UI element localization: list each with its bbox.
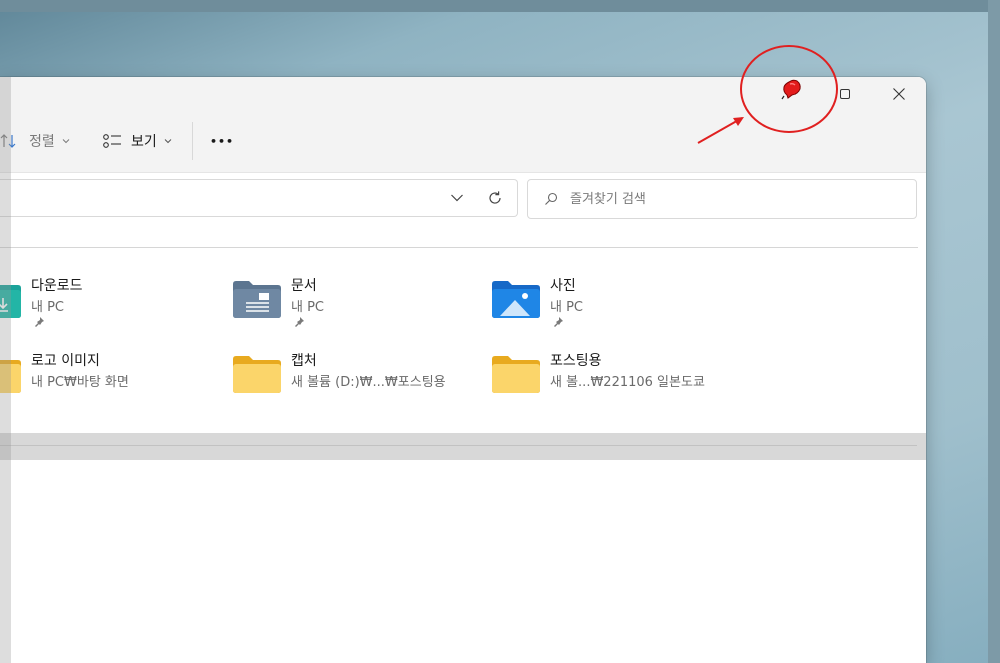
sort-button[interactable]: 정렬 — [0, 129, 70, 153]
quick-access-item-downloads[interactable]: 다운로드 내 PC — [0, 275, 223, 333]
view-icon — [103, 134, 121, 148]
view-button[interactable]: 보기 — [102, 129, 172, 153]
sort-icon — [0, 134, 16, 148]
chevron-down-icon[interactable] — [450, 193, 464, 203]
search-input[interactable] — [568, 190, 872, 208]
close-button[interactable] — [872, 77, 926, 110]
quick-access-location: 내 PC — [291, 300, 325, 315]
refresh-icon[interactable] — [487, 190, 503, 206]
more-icon: ••• — [210, 134, 235, 148]
quick-access-item-posting[interactable]: 포스팅용 새 볼...₩221106 일본도쿄 — [492, 350, 742, 408]
quick-access-location: 내 PC — [550, 300, 584, 315]
desktop-frame — [0, 0, 1000, 12]
folder-icon — [233, 356, 281, 393]
red-cursor-icon — [781, 79, 801, 100]
command-bar: 정렬 보기 ••• — [0, 110, 926, 173]
quick-access-location: 내 PC₩바탕 화면 — [31, 375, 129, 390]
section-separator-band — [0, 433, 926, 460]
documents-folder-icon — [233, 281, 281, 318]
chevron-down-icon — [164, 139, 172, 144]
maximize-button[interactable] — [818, 77, 872, 110]
quick-access-name: 캡처 — [291, 353, 317, 369]
chevron-down-icon — [62, 139, 70, 144]
quick-access-item-documents[interactable]: 문서 내 PC — [233, 275, 483, 333]
view-label: 보기 — [131, 134, 157, 150]
sort-label: 정렬 — [29, 134, 55, 150]
pin-icon — [295, 317, 304, 327]
address-bar[interactable] — [0, 179, 518, 217]
maximize-icon — [840, 88, 850, 99]
content-divider — [0, 247, 918, 248]
folder-icon — [0, 360, 21, 393]
search-box[interactable] — [527, 179, 917, 219]
quick-access-name: 문서 — [291, 278, 317, 294]
quick-access-item-logo-images[interactable]: 로고 이미지 내 PC₩바탕 화면 — [0, 350, 223, 408]
quick-access-name: 포스팅용 — [550, 353, 602, 369]
close-icon — [893, 87, 905, 100]
search-icon — [545, 192, 558, 205]
quick-access-location: 내 PC — [31, 300, 65, 315]
quick-access-name: 로고 이미지 — [31, 353, 100, 369]
pin-icon — [35, 317, 44, 327]
folder-icon — [492, 356, 540, 393]
file-explorer-window: 정렬 보기 ••• 즐겨찾기 검색 다운로드 내 PC 문서 내 PC 사진 내… — [0, 77, 926, 663]
section-separator-line — [0, 445, 917, 446]
quick-access-location: 새 볼...₩221106 일본도쿄 — [550, 375, 705, 390]
quick-access-name: 사진 — [550, 278, 576, 294]
toolbar-divider — [192, 122, 193, 160]
pictures-folder-icon — [492, 281, 540, 318]
quick-access-item-pictures[interactable]: 사진 내 PC — [492, 275, 742, 333]
more-options-button[interactable]: ••• — [210, 129, 234, 153]
quick-access-item-capture[interactable]: 캡처 새 볼륨 (D:)₩...₩포스팅용 — [233, 350, 483, 408]
desktop-frame-edge — [988, 0, 1000, 663]
pin-icon — [554, 317, 563, 327]
download-folder-icon — [0, 285, 21, 318]
quick-access-name: 다운로드 — [31, 278, 83, 294]
quick-access-location: 새 볼륨 (D:)₩...₩포스팅용 — [291, 375, 446, 390]
